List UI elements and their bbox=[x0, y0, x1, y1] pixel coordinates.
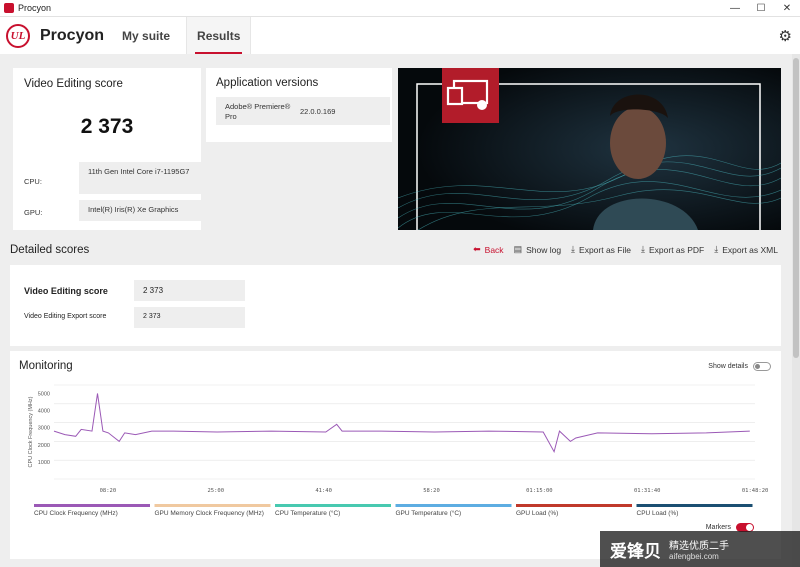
watermark-sub: 精选优质二手 aifengbei.com bbox=[669, 537, 729, 561]
export-xml-button[interactable]: ⤓ Export as XML bbox=[714, 244, 778, 255]
download-icon: ⤓ bbox=[641, 244, 645, 254]
app-versions-card: Application versions Adobe® Premiere® Pr… bbox=[206, 68, 392, 142]
x-tick-label: 25:00 bbox=[207, 488, 224, 494]
gpu-label: GPU: bbox=[24, 208, 43, 217]
detail-row-label: Video Editing Export score bbox=[24, 313, 107, 320]
monitoring-card: Monitoring Show details 1000 2000 3000 4000… bbox=[10, 351, 781, 559]
y-tick-label: 5000 bbox=[38, 392, 50, 398]
log-icon: ▤ bbox=[513, 244, 523, 254]
window-controls: — ☐ ✕ bbox=[722, 0, 800, 17]
legend-swatch bbox=[636, 504, 753, 507]
detailed-scores-card: Video Editing score 2 373 Video Editing … bbox=[10, 265, 781, 346]
score-card-title: Video Editing score bbox=[24, 78, 123, 90]
gpu-value: Intel(R) Iris(R) Xe Graphics bbox=[79, 200, 205, 221]
legend-label: CPU Temperature (°C) bbox=[275, 509, 340, 517]
app-name: Procyon bbox=[40, 26, 105, 44]
markers-label: Markers bbox=[705, 524, 731, 531]
legend-swatch bbox=[34, 504, 150, 507]
export-file-label: Export as File bbox=[579, 244, 631, 255]
maximize-button[interactable]: ☐ bbox=[748, 0, 774, 17]
app-header: UL Procyon My suite Results ⚙ bbox=[0, 17, 800, 54]
x-tick-label: 01:48:20 bbox=[742, 488, 769, 494]
x-tick-label: 58:20 bbox=[423, 488, 440, 494]
detail-row-value: 2 373 bbox=[134, 280, 245, 301]
cpu-value: 11th Gen Intel Core i7-1195G7 bbox=[79, 162, 205, 194]
app-icon bbox=[4, 3, 14, 13]
legend-label: GPU Temperature (°C) bbox=[396, 509, 462, 517]
y-tick-label: 2000 bbox=[38, 443, 50, 449]
watermark-main: 爱锋贝 bbox=[610, 541, 661, 561]
ul-logo-icon: UL bbox=[6, 23, 30, 48]
result-actions: ⬅ Back ▤ Show log ⤓ Export as File ⤓ Exp… bbox=[463, 244, 778, 255]
export-pdf-button[interactable]: ⤓ Export as PDF bbox=[641, 244, 704, 255]
window-title: Procyon bbox=[18, 3, 52, 13]
show-log-button[interactable]: ▤ Show log bbox=[514, 244, 561, 255]
y-tick-label: 4000 bbox=[38, 409, 50, 415]
legend-swatch bbox=[516, 504, 632, 507]
y-tick-label: 3000 bbox=[38, 426, 50, 432]
watermark-line1: 精选优质二手 bbox=[669, 541, 729, 552]
app-version-number: 22.0.0.169 bbox=[300, 107, 336, 116]
benchmark-hero-image bbox=[398, 68, 781, 230]
legend-swatch bbox=[275, 504, 391, 507]
legend-label: GPU Load (%) bbox=[516, 510, 558, 517]
monitoring-chart: 1000 2000 3000 4000 5000 CPU Clock Frequency … bbox=[28, 384, 769, 517]
legend-label: GPU Memory Clock Frequency (MHz) bbox=[155, 510, 264, 517]
close-button[interactable]: ✕ bbox=[774, 0, 800, 17]
logo: UL Procyon bbox=[6, 17, 104, 54]
detail-row-value: 2 373 bbox=[134, 307, 245, 328]
x-tick-label: 08:20 bbox=[100, 488, 117, 494]
tab-results[interactable]: Results bbox=[186, 17, 252, 54]
overall-score: 2 373 bbox=[80, 115, 134, 138]
export-file-button[interactable]: ⤓ Export as File bbox=[571, 244, 631, 255]
cpu-label: CPU: bbox=[24, 177, 42, 186]
x-tick-label: 41:40 bbox=[315, 488, 332, 494]
gear-icon[interactable]: ⚙ bbox=[779, 27, 792, 45]
legend-swatch bbox=[395, 504, 512, 507]
video-editing-badge bbox=[442, 68, 499, 123]
detail-row-label: Video Editing score bbox=[24, 286, 108, 296]
scrollbar[interactable] bbox=[792, 54, 800, 567]
y-tick-label: 1000 bbox=[38, 460, 50, 466]
score-card: Video Editing score 2 373 CPU: 11th Gen … bbox=[13, 68, 205, 230]
legend-label: CPU Load (%) bbox=[637, 510, 679, 517]
minimize-button[interactable]: — bbox=[722, 0, 748, 17]
x-tick-label: 01:15:00 bbox=[526, 488, 553, 494]
arrow-left-icon: ⬅ bbox=[473, 244, 481, 254]
scrollbar-thumb[interactable] bbox=[793, 58, 799, 358]
download-icon: ⤓ bbox=[714, 244, 719, 254]
tab-my-suite[interactable]: My suite bbox=[112, 17, 180, 54]
app-version-row: Adobe® Premiere® Pro 22.0.0.169 bbox=[216, 97, 390, 125]
legend-swatch bbox=[154, 504, 271, 507]
back-button[interactable]: ⬅ Back bbox=[473, 244, 503, 255]
detailed-scores-title: Detailed scores bbox=[10, 244, 90, 256]
show-log-label: Show log bbox=[526, 244, 562, 255]
export-xml-label: Export as XML bbox=[722, 244, 778, 255]
download-icon: ⤓ bbox=[571, 244, 576, 254]
video-editing-icon bbox=[446, 79, 489, 110]
x-tick-label: 01:31:40 bbox=[634, 488, 661, 494]
watermark-line2: aifengbei.com bbox=[669, 552, 719, 561]
watermark: 爱锋贝 精选优质二手 aifengbei.com bbox=[600, 531, 800, 567]
window-titlebar: Procyon — ☐ ✕ bbox=[0, 0, 800, 17]
back-label: Back bbox=[484, 244, 504, 255]
export-pdf-label: Export as PDF bbox=[648, 244, 705, 255]
legend-label: CPU Clock Frequency (MHz) bbox=[34, 510, 118, 517]
y-axis-label: CPU Clock Frequency (MHz) bbox=[28, 396, 34, 467]
app-version-name: Adobe® Premiere® Pro bbox=[225, 102, 291, 121]
app-versions-title: Application versions bbox=[216, 77, 319, 89]
